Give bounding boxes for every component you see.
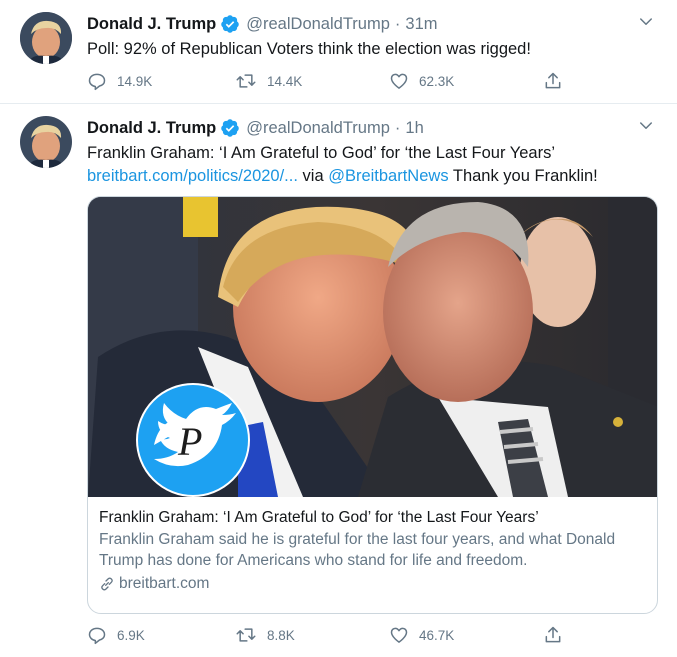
retweet-count: 8.8K [267, 627, 295, 643]
share-icon [545, 72, 561, 89]
svg-text:P: P [177, 419, 202, 464]
tweet-1[interactable]: Donald J. Trump @realDonaldTrump · 31m P… [0, 0, 677, 104]
timestamp[interactable]: 31m [405, 15, 437, 34]
reply-count: 6.9K [117, 627, 145, 643]
like-button[interactable]: 62.3K [389, 70, 454, 92]
tweet-2[interactable]: Donald J. Trump @realDonaldTrump · 1h Fr… [0, 104, 677, 657]
timestamp[interactable]: 1h [405, 119, 423, 138]
display-name[interactable]: Donald J. Trump [87, 15, 216, 34]
link-card[interactable]: P Franklin Graham: ‘I Am Grateful to God… [87, 196, 658, 614]
retweet-button[interactable]: 8.8K [235, 624, 295, 646]
via-text: via [297, 167, 329, 185]
chevron-down-icon[interactable] [637, 13, 655, 31]
mention-link[interactable]: @BreitbartNews [328, 167, 448, 185]
tweet-text: Franklin Graham: ‘I Am Grateful to God’ … [87, 142, 657, 188]
like-button[interactable]: 46.7K [389, 624, 454, 646]
tweet-actions: 14.9K 14.4K 62.3K [87, 70, 567, 92]
handle[interactable]: @realDonaldTrump [246, 119, 390, 138]
like-icon [390, 73, 408, 89]
reply-icon [88, 627, 106, 645]
reply-button[interactable]: 6.9K [87, 624, 145, 646]
like-count: 46.7K [419, 627, 455, 643]
card-domain-text: breitbart.com [119, 575, 210, 592]
tweet-actions: 6.9K 8.8K 46.7K [87, 624, 567, 646]
handle[interactable]: @realDonaldTrump [246, 15, 390, 34]
twitter-bird-logo: P [136, 383, 250, 497]
like-icon [390, 627, 408, 643]
thanks-text: Thank you Franklin! [448, 167, 598, 185]
like-count: 62.3K [419, 73, 455, 89]
retweet-count: 14.4K [267, 73, 303, 89]
card-title: Franklin Graham: ‘I Am Grateful to God’ … [99, 509, 539, 526]
retweet-icon [236, 74, 256, 88]
avatar[interactable] [20, 116, 72, 168]
tweet-header: Donald J. Trump @realDonaldTrump · 31m [87, 13, 637, 35]
separator: · [394, 118, 401, 137]
share-icon [545, 626, 561, 643]
retweet-button[interactable]: 14.4K [235, 70, 302, 92]
card-description: Franklin Graham said he is grateful for … [99, 531, 616, 569]
tweet-text-line: Franklin Graham: ‘I Am Grateful to God’ … [87, 144, 556, 162]
reply-count: 14.9K [117, 73, 153, 89]
verified-badge-icon [220, 118, 240, 138]
verified-badge-icon [220, 14, 240, 34]
chevron-down-icon[interactable] [637, 117, 655, 135]
card-domain: breitbart.com [99, 573, 647, 594]
card-image[interactable]: P [88, 197, 657, 497]
reply-icon [88, 73, 106, 91]
link-icon [101, 577, 113, 590]
tweet-header: Donald J. Trump @realDonaldTrump · 1h [87, 117, 637, 139]
card-body: Franklin Graham: ‘I Am Grateful to God’ … [99, 507, 647, 594]
separator: · [394, 14, 401, 33]
reply-button[interactable]: 14.9K [87, 70, 152, 92]
share-button[interactable] [543, 70, 573, 92]
tweet-text-line: breitbart.com/politics/2020/... via @Bre… [87, 165, 657, 188]
share-button[interactable] [543, 624, 573, 646]
tweet-text: Poll: 92% of Republican Voters think the… [87, 40, 531, 58]
avatar[interactable] [20, 12, 72, 64]
retweet-icon [236, 628, 256, 642]
article-link[interactable]: breitbart.com/politics/2020/... [87, 167, 298, 185]
display-name[interactable]: Donald J. Trump [87, 119, 216, 138]
